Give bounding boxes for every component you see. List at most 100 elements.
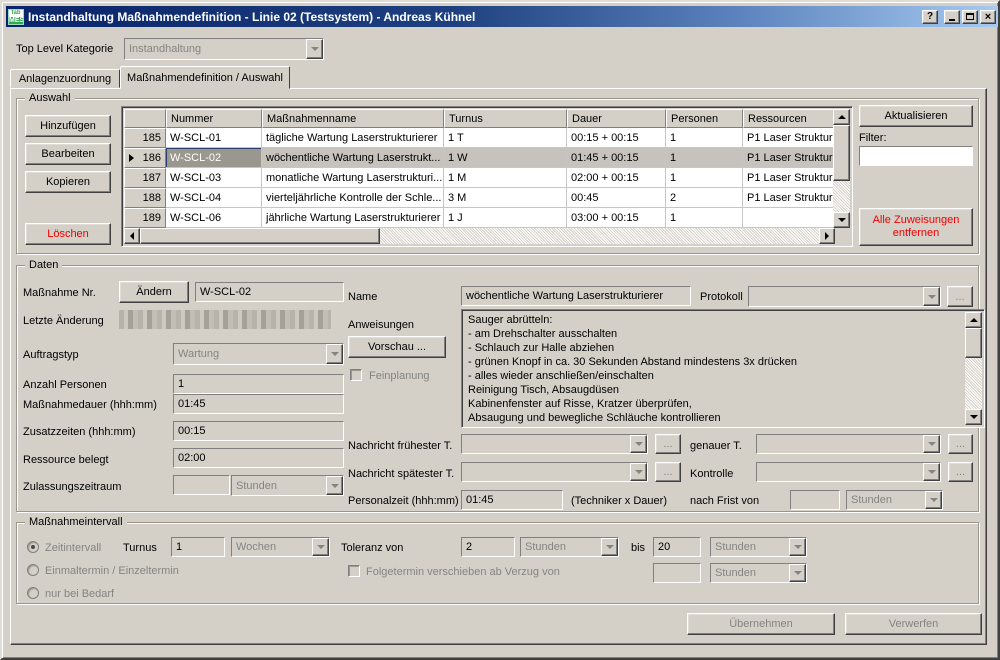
chevron-down-icon xyxy=(630,463,647,481)
top-level-kategorie-select: Instandhaltung xyxy=(124,38,324,60)
letzte-aenderung-label: Letzte Änderung xyxy=(23,315,104,327)
aktualisieren-button[interactable]: Aktualisieren xyxy=(859,105,973,127)
zusatzzeiten-field[interactable]: 00:15 xyxy=(173,421,344,441)
einmaltermin-label: Einmaltermin / Einzeltermin xyxy=(45,565,179,577)
chevron-down-icon xyxy=(601,538,618,556)
title-bar: fab MES Instandhaltung Maßnahmendefiniti… xyxy=(6,6,998,27)
row-marker-icon xyxy=(129,154,134,162)
nachricht-spaetester-label: Nachricht spätester T. xyxy=(348,468,454,480)
table-row[interactable]: 185 W-SCL-01 tägliche Wartung Laserstruk… xyxy=(124,128,835,148)
header-dauer: Dauer xyxy=(567,109,666,128)
genauer-termin-more-button: ... xyxy=(948,434,973,454)
bis-label: bis xyxy=(631,542,645,554)
massnahmeintervall-legend: Maßnahmeintervall xyxy=(25,516,127,529)
hinzufuegen-button[interactable]: Hinzufügen xyxy=(25,115,111,137)
maximize-icon xyxy=(966,13,974,20)
personalzeit-field[interactable]: 01:45 xyxy=(461,490,563,510)
massnahme-nr-label: Maßnahme Nr. xyxy=(23,287,96,299)
alle-zuweisungen-entfernen-button[interactable]: Alle Zuweisungen entfernen xyxy=(859,208,973,246)
nachricht-fruehester-select xyxy=(461,434,648,454)
kopieren-button[interactable]: Kopieren xyxy=(25,171,111,193)
genauer-termin-select xyxy=(756,434,941,454)
kontrolle-select xyxy=(756,462,941,482)
scroll-right-icon[interactable] xyxy=(819,228,835,244)
toleranz-von-label: Toleranz von xyxy=(341,542,403,554)
table-vertical-scrollbar[interactable] xyxy=(833,109,850,228)
folgetermin-unit-select: Stunden xyxy=(710,563,807,583)
chevron-down-icon xyxy=(923,287,940,306)
header-massnahmenname: Maßnahmenname xyxy=(262,109,444,128)
auswahl-legend: Auswahl xyxy=(25,92,75,105)
scroll-left-icon[interactable] xyxy=(124,228,140,244)
maximize-button[interactable] xyxy=(962,10,978,24)
nach-frist-unit-select: Stunden xyxy=(846,490,943,510)
vorschau-button[interactable]: Vorschau ... xyxy=(348,336,446,358)
nur-bei-bedarf-radio xyxy=(27,587,39,599)
scroll-up-icon[interactable] xyxy=(965,312,982,328)
massnahmeintervall-group: Maßnahmeintervall Zeitintervall Turnus 1… xyxy=(16,522,979,604)
filter-input[interactable] xyxy=(860,147,972,165)
auswahl-group: Auswahl Hinzufügen Bearbeiten Kopieren L… xyxy=(16,98,979,254)
protokoll-label: Protokoll xyxy=(700,291,743,303)
table-horizontal-scrollbar[interactable] xyxy=(124,228,835,244)
toleranz-bis-unit-select: Stunden xyxy=(710,537,807,557)
tab-massnahmendefinition[interactable]: Maßnahmendefinition / Auswahl xyxy=(120,66,290,89)
zeitintervall-label: Zeitintervall xyxy=(45,542,101,554)
help-button[interactable]: ? xyxy=(922,10,938,24)
chevron-down-icon xyxy=(326,344,343,364)
aendern-button[interactable]: Ändern xyxy=(119,281,189,303)
loeschen-button[interactable]: Löschen xyxy=(25,223,111,245)
chevron-down-icon xyxy=(312,538,329,556)
turnus-label: Turnus xyxy=(123,542,157,554)
einmaltermin-radio xyxy=(27,564,39,576)
zulassungszeitraum-label: Zulassungszeitraum xyxy=(23,481,121,493)
header-selector xyxy=(124,109,166,128)
scrollbar-thumb[interactable] xyxy=(833,125,850,181)
bearbeiten-button[interactable]: Bearbeiten xyxy=(25,143,111,165)
chevron-down-icon xyxy=(789,564,806,582)
scrollbar-thumb[interactable] xyxy=(140,228,380,244)
top-level-kategorie-label: Top Level Kategorie xyxy=(16,43,113,55)
massnahmedauer-label: Maßnahmedauer (hhh:mm) xyxy=(23,399,157,411)
nachricht-spaetester-select xyxy=(461,462,648,482)
header-turnus: Turnus xyxy=(444,109,567,128)
personalzeit-label: Personalzeit (hhh:mm) xyxy=(348,495,459,507)
scrollbar-thumb[interactable] xyxy=(965,328,982,358)
textarea-vertical-scrollbar[interactable] xyxy=(965,312,982,425)
scroll-up-icon[interactable] xyxy=(833,109,850,125)
close-button[interactable]: × xyxy=(980,10,996,24)
anzahl-personen-label: Anzahl Personen xyxy=(23,379,107,391)
nach-frist-label: nach Frist von xyxy=(690,495,759,507)
massnahme-nr-field[interactable]: W-SCL-02 xyxy=(195,282,344,302)
chevron-down-icon xyxy=(630,435,647,453)
daten-legend: Daten xyxy=(25,259,62,272)
anweisungen-textarea[interactable]: Sauger abrütteln: - am Drehschalter auss… xyxy=(461,309,985,428)
nachricht-spaetester-more-button: ... xyxy=(655,462,681,482)
name-field[interactable]: wöchentliche Wartung Laserstrukturierer xyxy=(461,286,691,306)
window-title: Instandhaltung Maßnahmendefinition - Lin… xyxy=(28,10,920,24)
zusatzzeiten-label: Zusatzzeiten (hhh:mm) xyxy=(23,426,135,438)
anzahl-personen-field[interactable]: 1 xyxy=(173,374,344,394)
table-row[interactable]: 187 W-SCL-03 monatliche Wartung Laserstr… xyxy=(124,168,835,188)
ressource-belegt-field[interactable]: 02:00 xyxy=(173,448,344,468)
nur-bei-bedarf-label: nur bei Bedarf xyxy=(45,588,114,600)
anweisungen-label: Anweisungen xyxy=(348,319,414,331)
scroll-down-icon[interactable] xyxy=(965,409,982,425)
chevron-down-icon xyxy=(789,538,806,556)
massnahmedauer-field[interactable]: 01:45 xyxy=(173,394,344,414)
zeitintervall-radio xyxy=(27,541,39,553)
nachricht-fruehester-more-button: ... xyxy=(655,434,681,454)
feinplanung-label: Feinplanung xyxy=(369,370,430,382)
turnus-field: 1 xyxy=(171,537,225,557)
table-row-selected[interactable]: 186 W-SCL-02 wöchentliche Wartung Lasers… xyxy=(124,148,835,168)
letzte-aenderung-redacted-value xyxy=(119,310,331,329)
daten-group: Daten Maßnahme Nr. Ändern W-SCL-02 Letzt… xyxy=(16,265,979,512)
massnahmen-table: Nummer Maßnahmenname Turnus Dauer Person… xyxy=(121,106,853,247)
tab-anlagenzuordnung[interactable]: Anlagenzuordnung xyxy=(10,69,120,88)
minimize-button[interactable] xyxy=(944,10,960,24)
scroll-down-icon[interactable] xyxy=(833,212,850,228)
table-row[interactable]: 189 W-SCL-06 jährliche Wartung Laserstru… xyxy=(124,208,835,228)
header-nummer: Nummer xyxy=(166,109,262,128)
table-row[interactable]: 188 W-SCL-04 vierteljährliche Kontrolle … xyxy=(124,188,835,208)
app-window: fab MES Instandhaltung Maßnahmendefiniti… xyxy=(0,0,1000,660)
